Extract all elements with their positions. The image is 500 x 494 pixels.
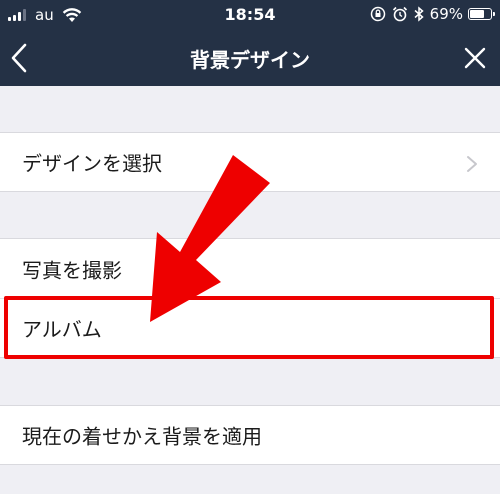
apply-current-background-row[interactable]: 現在の着せかえ背景を適用 xyxy=(0,405,500,465)
album-label: アルバム xyxy=(22,317,102,342)
nav-bar: 背景デザイン xyxy=(0,30,500,86)
battery-icon xyxy=(468,8,495,20)
take-photo-label: 写真を撮影 xyxy=(22,258,122,282)
status-right: 69% xyxy=(370,5,495,23)
close-icon[interactable] xyxy=(464,47,486,69)
bluetooth-icon xyxy=(414,6,424,22)
select-design-row[interactable]: デザインを選択 xyxy=(0,132,500,192)
album-row[interactable]: アルバム xyxy=(0,298,500,358)
apply-current-background-label: 現在の着せかえ背景を適用 xyxy=(22,424,262,449)
take-photo-row[interactable]: 写真を撮影 xyxy=(0,238,500,298)
status-bar: au 18:54 69% xyxy=(0,0,500,30)
page-title: 背景デザイン xyxy=(190,48,310,72)
alarm-icon xyxy=(392,6,407,22)
select-design-label: デザインを選択 xyxy=(22,151,162,176)
chevron-right-icon xyxy=(467,156,477,172)
rotation-lock-icon xyxy=(370,6,385,22)
battery-percent: 69% xyxy=(429,5,463,23)
